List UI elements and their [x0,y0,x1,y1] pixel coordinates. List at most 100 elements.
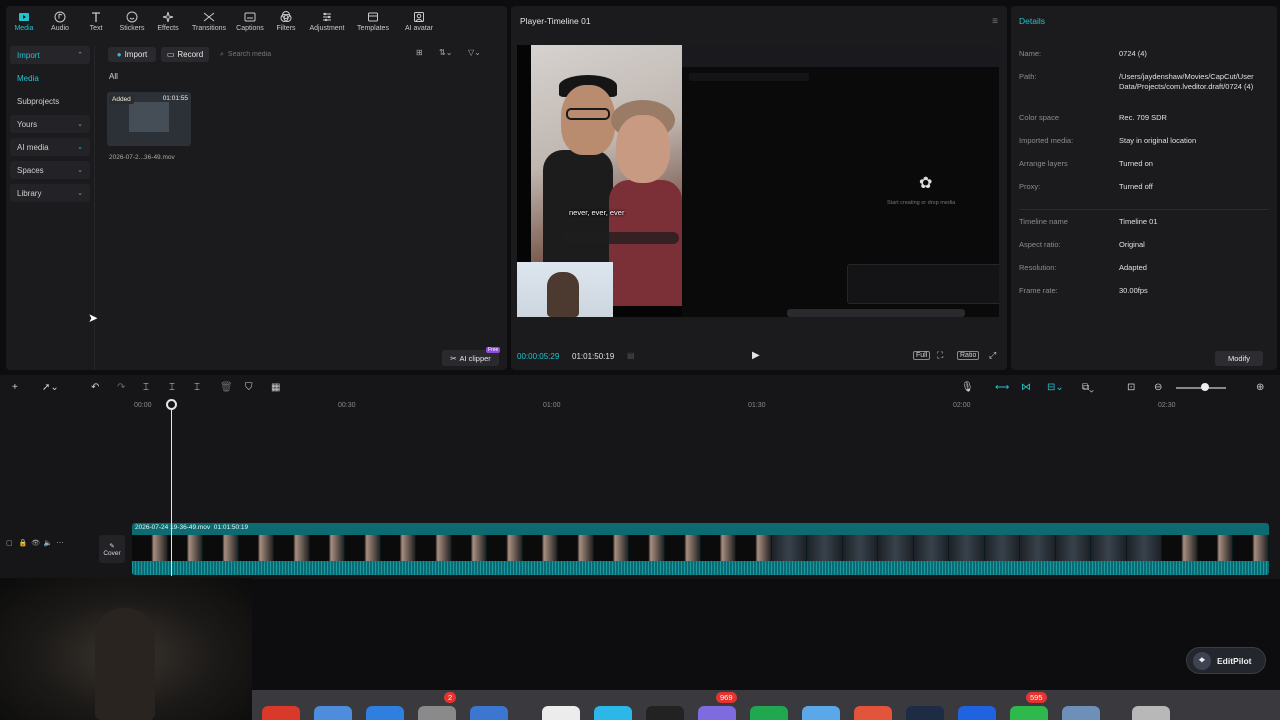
clip-thumbnail [274,535,310,561]
filter-icon[interactable]: ▽⌄ [468,48,481,57]
capcut-icon[interactable] [542,706,580,720]
sort-icon[interactable]: ⇅⌄ [439,48,452,57]
added-badge: Added [109,95,134,104]
zoom-slider-handle[interactable] [1201,383,1209,391]
focus-icon[interactable]: ⛶ [937,350,943,361]
nav-ai-media[interactable]: AI media ⌄ [10,138,90,156]
toolbar-audio[interactable]: Audio [42,6,78,40]
editpilot-button[interactable]: ⌖ EditPilot [1186,647,1266,674]
redo-icon[interactable]: ↷ [117,382,125,393]
messages-icon[interactable] [698,706,736,720]
detail-key: Name: [1019,49,1042,58]
toolbar-stickers[interactable]: Stickers [114,6,150,40]
magnet-icon[interactable]: ⋈ [1021,382,1031,393]
player-canvas[interactable]: never, ever, ever ✿ Start creating or dr… [517,45,999,317]
track-type-icon[interactable]: ▢ [6,540,13,547]
app-store-icon[interactable] [366,706,404,720]
nav-yours[interactable]: Yours ⌄ [10,115,90,133]
snap-icon[interactable]: ⊟⌄ [1047,382,1064,393]
cover-button[interactable]: ✎ Cover [99,535,125,563]
terminal-icon[interactable] [646,706,684,720]
detail-key: Resolution: [1019,263,1057,272]
nav-library[interactable]: Library ⌄ [10,184,90,202]
marker-icon[interactable]: ⛉ [245,382,253,393]
media-item-name: 2026-07-2...36-49.mov [109,154,175,161]
app-icon[interactable] [958,706,996,720]
filter-all[interactable]: All [109,72,118,81]
spotify-icon[interactable] [750,706,788,720]
undo-icon[interactable]: ↶ [91,382,99,393]
fit-icon[interactable]: ⊡ [1127,382,1135,393]
timeline-mini-icon[interactable]: ▤ [627,351,635,360]
chrome-icon[interactable] [262,706,300,720]
fullscreen-icon[interactable]: ⤢ [989,350,996,361]
media-item-thumbnail[interactable]: Added 01:01:55 [107,92,191,146]
nav-label: Subprojects [17,96,60,106]
toolbar-ai-avatar[interactable]: AI avatar [396,6,442,40]
screen-record-icon[interactable]: ▦ [271,382,280,393]
nav-spaces[interactable]: Spaces ⌄ [10,161,90,179]
select-tool-icon[interactable]: ➚⌄ [42,382,59,393]
toolbar-label: Text [89,25,103,32]
playhead-handle[interactable] [166,399,177,410]
detail-value: 30.00fps [1119,286,1148,295]
toolbar-media[interactable]: Media [6,6,42,40]
record-icon: ▭ [166,50,175,59]
microphone-icon[interactable]: 🎙 [961,382,974,393]
media-panel: Media Audio Text Stickers Effects Transi… [6,6,507,370]
toolbar-adjustment[interactable]: Adjustment [304,6,350,40]
more-icon[interactable]: ⋯ [56,540,63,547]
toolbar-filters[interactable]: Filters [268,6,304,40]
toolbar-text[interactable]: Text [78,6,114,40]
zoom-out-icon[interactable]: ⊖ [1154,382,1162,393]
toolbar-captions[interactable]: Captions [232,6,268,40]
split-left-icon[interactable]: ⌶ [169,382,175,393]
split-right-icon[interactable]: ⌶ [194,382,200,393]
import-button[interactable]: ● Import [108,47,156,62]
nav-subprojects[interactable]: Subprojects [10,92,90,110]
settings-icon[interactable] [418,706,456,720]
total-time: 01:01:50:19 [572,352,615,361]
zoom-in-icon[interactable]: ⊕ [1256,382,1264,393]
timeline-clip[interactable]: 2026-07-24 19-36-49.mov 01:01:50:19 [132,523,1269,575]
eye-icon[interactable]: 👁 [31,540,40,547]
toolbar-transitions[interactable]: Transitions [186,6,232,40]
full-button[interactable]: Full [913,351,931,360]
record-button[interactable]: ▭ Record [161,47,209,62]
pencil-icon: ✎ [109,542,115,550]
delete-icon[interactable]: 🗑 [220,382,233,393]
text-icon [92,12,100,22]
app-icon[interactable] [470,706,508,720]
menu-icon[interactable]: ≡ [992,16,998,27]
split-icon[interactable]: ⌶ [143,382,149,393]
modify-button[interactable]: Modify [1215,351,1263,366]
ruler-label: 00:30 [338,402,356,409]
link-icon[interactable]: ⟷ [995,382,1009,393]
ruler-label: 02:00 [953,402,971,409]
speaker-icon[interactable]: 🔈 [44,540,53,547]
app-icon[interactable] [594,706,632,720]
add-track-icon[interactable]: + [12,382,18,393]
clip-thumbnail [1197,535,1234,561]
preview-axis-icon[interactable]: ⧉⌄ [1082,382,1094,393]
nav-import[interactable]: Import ⌃ [10,46,90,64]
toolbar-effects[interactable]: Effects [150,6,186,40]
play-button[interactable]: ▶ [752,350,760,361]
app-icon[interactable] [802,706,840,720]
app-icon[interactable] [906,706,944,720]
track-controls: ▢ 🔒 👁 🔈 ⋯ [6,539,63,547]
trash-icon[interactable] [1132,706,1170,720]
app-icon[interactable] [1062,706,1100,720]
playhead[interactable] [171,402,172,576]
search-input[interactable] [227,51,388,58]
ratio-button[interactable]: Ratio [957,351,980,360]
whatsapp-icon[interactable] [1010,706,1048,720]
toolbar-label: Media [14,25,34,32]
lock-icon[interactable]: 🔒 [18,540,27,547]
toolbar-templates[interactable]: Templates [350,6,396,40]
app-icon[interactable] [854,706,892,720]
nav-media[interactable]: Media [10,69,90,87]
detail-value: Original [1119,240,1145,249]
grid-view-icon[interactable]: ⊞ [416,48,423,57]
finder-icon[interactable] [314,706,352,720]
